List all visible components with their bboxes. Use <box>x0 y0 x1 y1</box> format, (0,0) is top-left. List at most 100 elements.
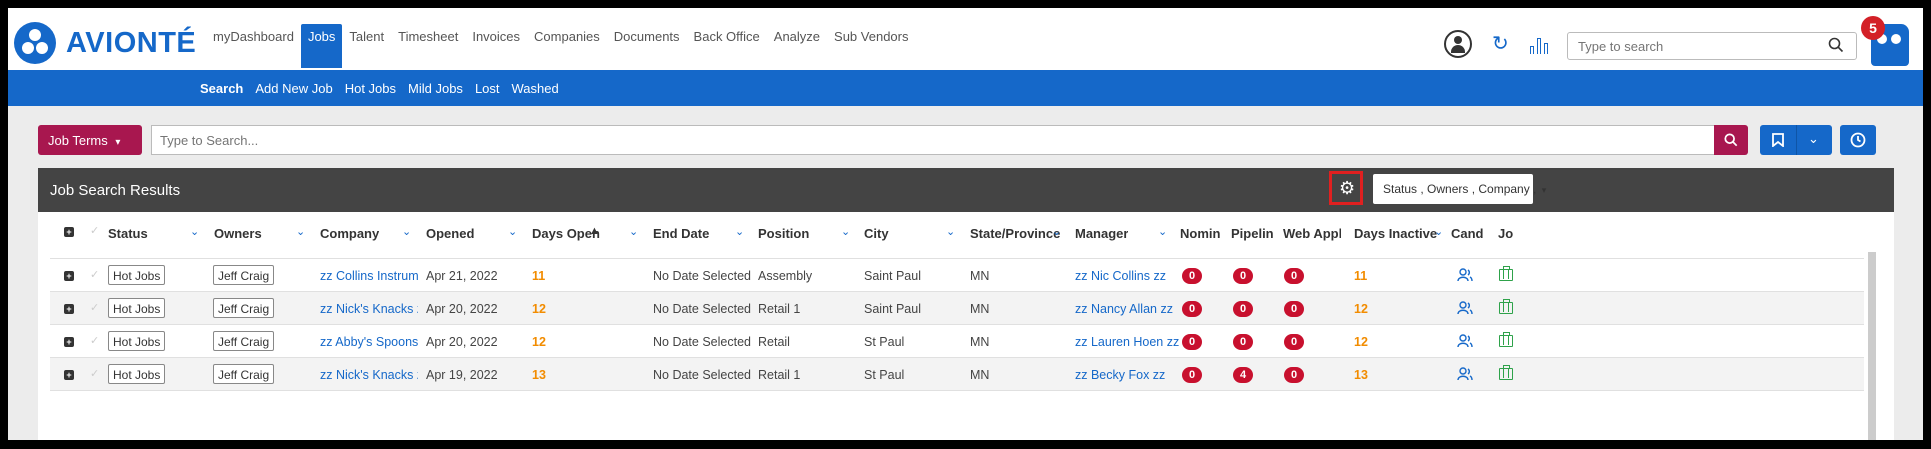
company-link[interactable]: zz Nick's Knacks zz <box>320 302 418 316</box>
manager-link[interactable]: zz Lauren Hoen zz <box>1075 335 1179 349</box>
col-days-inactive[interactable]: Days Inactive <box>1354 226 1437 241</box>
col-city[interactable]: City <box>864 226 889 241</box>
expand-all-icon[interactable]: + <box>64 227 74 237</box>
status-pill[interactable]: Hot Jobs <box>108 364 166 384</box>
table-row[interactable]: + ✓ Hot Jobs Jeff Craig zz Nick's Knacks… <box>50 292 1864 325</box>
search-button[interactable] <box>1714 125 1748 155</box>
row-checkmark-icon[interactable]: ✓ <box>90 268 99 281</box>
vertical-scrollbar[interactable] <box>1868 252 1876 440</box>
chevron-down-icon[interactable]: ⌄ <box>508 225 517 238</box>
pipeline-badge[interactable]: 4 <box>1233 367 1253 383</box>
table-row[interactable]: + ✓ Hot Jobs Jeff Craig zz Nick's Knacks… <box>50 358 1864 391</box>
subnav-search[interactable]: Search <box>200 81 243 96</box>
col-state[interactable]: State/Province <box>970 226 1060 241</box>
company-link[interactable]: zz Abby's Spoons zz <box>320 335 418 349</box>
candidates-icon[interactable] <box>1457 334 1473 348</box>
refresh-icon[interactable]: ↻ <box>1492 34 1509 54</box>
col-pipeline[interactable]: Pipelin <box>1231 226 1273 241</box>
candidates-icon[interactable] <box>1457 301 1473 315</box>
job-briefcase-icon[interactable] <box>1499 365 1513 380</box>
subnav-lost[interactable]: Lost <box>475 81 500 96</box>
col-manager[interactable]: Manager <box>1075 226 1128 241</box>
chevron-down-icon[interactable]: ⌄ <box>629 225 638 238</box>
bar-chart-icon[interactable] <box>1530 36 1550 54</box>
table-row-partial[interactable] <box>50 252 1864 259</box>
web-applicants-badge[interactable]: 0 <box>1284 301 1304 317</box>
job-terms-dropdown[interactable]: Job Terms ▾ <box>38 125 142 155</box>
job-briefcase-icon[interactable] <box>1499 299 1513 314</box>
col-end-date[interactable]: End Date <box>653 226 709 241</box>
candidates-icon[interactable] <box>1457 367 1473 381</box>
column-settings-button[interactable]: ⚙ <box>1329 171 1363 205</box>
subnav-add-new-job[interactable]: Add New Job <box>255 81 332 96</box>
chevron-down-icon[interactable]: ⌄ <box>1052 225 1061 238</box>
chevron-down-icon[interactable]: ⌄ <box>190 225 199 238</box>
subnav-hot-jobs[interactable]: Hot Jobs <box>345 81 396 96</box>
pipeline-badge[interactable]: 0 <box>1233 301 1253 317</box>
col-web-applicants[interactable]: Web Appli <box>1283 226 1341 241</box>
pipeline-badge[interactable]: 0 <box>1233 334 1253 350</box>
web-applicants-badge[interactable]: 0 <box>1284 367 1304 383</box>
notification-badge[interactable]: 5 <box>1861 16 1885 40</box>
select-all-checkmark-icon[interactable]: ✓ <box>90 224 99 237</box>
status-pill[interactable]: Hot Jobs <box>108 331 166 351</box>
chevron-down-icon[interactable]: ⌄ <box>946 225 955 238</box>
company-link[interactable]: zz Nick's Knacks zz <box>320 368 418 382</box>
nav-item-jobs[interactable]: Jobs <box>300 24 343 68</box>
col-candidates[interactable]: Cand <box>1451 226 1485 241</box>
status-pill[interactable]: Hot Jobs <box>108 298 166 318</box>
expand-row-icon[interactable]: + <box>64 271 74 281</box>
row-checkmark-icon[interactable]: ✓ <box>90 334 99 347</box>
manager-link[interactable]: zz Becky Fox zz <box>1075 368 1165 382</box>
col-job[interactable]: Jo <box>1498 226 1518 241</box>
manager-link[interactable]: zz Nancy Allan zz <box>1075 302 1173 316</box>
expand-row-icon[interactable]: + <box>64 370 74 380</box>
col-position[interactable]: Position <box>758 226 809 241</box>
global-search-input[interactable] <box>1567 32 1857 60</box>
search-history-button[interactable] <box>1840 125 1876 155</box>
nav-item-back-office[interactable]: Back Office <box>687 24 767 68</box>
subnav-washed[interactable]: Washed <box>512 81 559 96</box>
col-opened[interactable]: Opened <box>426 226 474 241</box>
expand-row-icon[interactable]: + <box>64 337 74 347</box>
job-briefcase-icon[interactable] <box>1499 332 1513 347</box>
row-checkmark-icon[interactable]: ✓ <box>90 367 99 380</box>
col-nominations[interactable]: Nomin <box>1180 226 1222 241</box>
chevron-down-icon[interactable]: ⌄ <box>1808 131 1819 147</box>
subnav-mild-jobs[interactable]: Mild Jobs <box>408 81 463 96</box>
chevron-down-icon[interactable]: ⌄ <box>841 225 850 238</box>
nominations-badge[interactable]: 0 <box>1182 367 1202 383</box>
chevron-down-icon[interactable]: ⌄ <box>1434 225 1443 238</box>
chevron-down-icon[interactable]: ⌄ <box>1158 225 1167 238</box>
nav-item-sub-vendors[interactable]: Sub Vendors <box>827 24 915 68</box>
status-pill[interactable]: Hot Jobs <box>108 265 166 285</box>
expand-row-icon[interactable]: + <box>64 304 74 314</box>
company-link[interactable]: zz Collins Instrum... <box>320 269 418 283</box>
saved-searches-button[interactable]: ⌄ <box>1760 125 1832 155</box>
nav-item-analyze[interactable]: Analyze <box>767 24 827 68</box>
owner-pill[interactable]: Jeff Craig <box>213 298 275 318</box>
nav-item-talent[interactable]: Talent <box>342 24 391 68</box>
user-profile-icon[interactable] <box>1444 30 1472 58</box>
chevron-down-icon[interactable]: ⌄ <box>402 225 411 238</box>
nav-item-companies[interactable]: Companies <box>527 24 607 68</box>
filter-dropdown[interactable]: Status , Owners , Company , ▾ <box>1373 174 1546 204</box>
table-row[interactable]: + ✓ Hot Jobs Jeff Craig zz Collins Instr… <box>50 259 1864 292</box>
owner-pill[interactable]: Jeff Craig <box>213 364 275 384</box>
job-briefcase-icon[interactable] <box>1499 266 1513 281</box>
brand-logo[interactable]: AVIONTÉ <box>14 22 196 64</box>
nominations-badge[interactable]: 0 <box>1182 268 1202 284</box>
chevron-down-icon[interactable]: ⌄ <box>296 225 305 238</box>
nominations-badge[interactable]: 0 <box>1182 301 1202 317</box>
sort-ascending-icon[interactable]: ▲ <box>589 225 600 237</box>
manager-link[interactable]: zz Nic Collins zz <box>1075 269 1166 283</box>
job-search-input[interactable] <box>151 125 1716 155</box>
nav-item-mydashboard[interactable]: myDashboard <box>206 24 301 68</box>
nominations-badge[interactable]: 0 <box>1182 334 1202 350</box>
search-icon[interactable] <box>1828 37 1844 53</box>
nav-item-documents[interactable]: Documents <box>607 24 687 68</box>
row-checkmark-icon[interactable]: ✓ <box>90 301 99 314</box>
owner-pill[interactable]: Jeff Craig <box>213 265 275 285</box>
owner-pill[interactable]: Jeff Craig <box>213 331 275 351</box>
web-applicants-badge[interactable]: 0 <box>1284 334 1304 350</box>
